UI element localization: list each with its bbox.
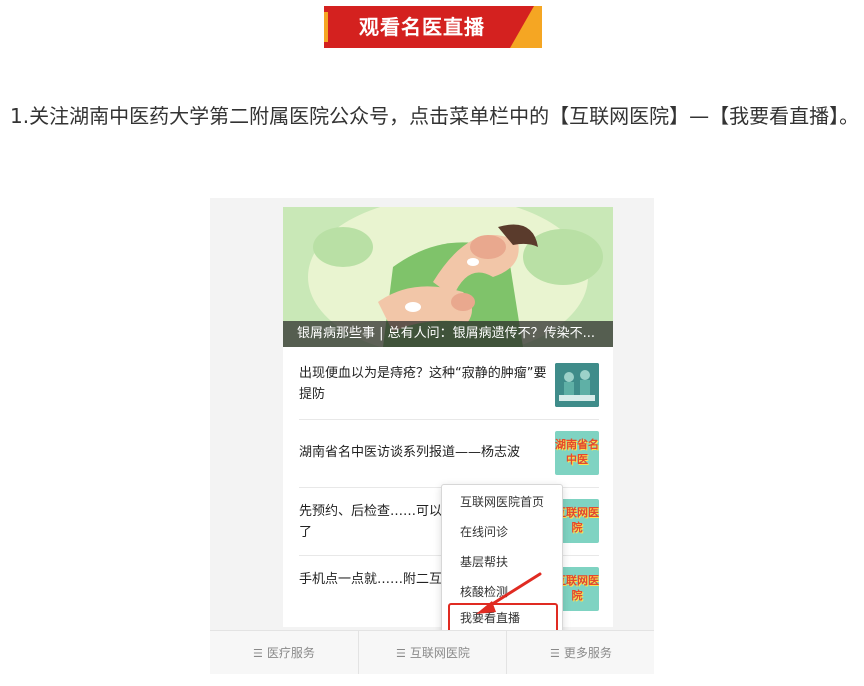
article-title: 湖南省名中医访谈系列报道——杨志波 [299, 445, 521, 460]
menu-icon: ☰ [253, 647, 263, 660]
article-feed: 银屑病那些事 | 总有人问：银屑病遗传不？传染不... 出现便血以为是痔疮？这种… [283, 207, 613, 638]
thumbnail-text: 湖南省名中医 [555, 438, 599, 466]
menu-item-grassroots-support[interactable]: 基层帮扶 [442, 547, 562, 577]
nav-more-services[interactable]: ☰ 更多服务 [506, 631, 654, 674]
article-item[interactable]: 湖南省名中医访谈系列报道——杨志波 湖南省名中医 [299, 419, 599, 488]
nav-label: 互联网医院 [409, 646, 470, 660]
submenu-popup: 互联网医院首页 在线问诊 基层帮扶 核酸检测 我要看直播 [441, 484, 563, 638]
hero-caption: 银屑病那些事 | 总有人问：银屑病遗传不？传染不... [283, 321, 613, 347]
section-banner: 观看名医直播 [324, 6, 542, 48]
phone-screenshot: 银屑病那些事 | 总有人问：银屑病遗传不？传染不... 出现便血以为是痔疮？这种… [210, 198, 654, 674]
instruction-text: 1.关注湖南中医药大学第二附属医院公众号，点击菜单栏中的【互联网医院】—【我要看… [10, 104, 860, 128]
nav-internet-hospital[interactable]: ☰ 互联网医院 [358, 631, 507, 674]
nav-medical-services[interactable]: ☰ 医疗服务 [210, 631, 358, 674]
banner-title: 观看名医直播 [359, 15, 485, 39]
hero-article[interactable]: 银屑病那些事 | 总有人问：银屑病遗传不？传染不... [283, 207, 613, 347]
menu-item-internet-hospital-home[interactable]: 互联网医院首页 [442, 487, 562, 517]
surgery-photo-icon [555, 363, 599, 407]
menu-item-online-consult[interactable]: 在线问诊 [442, 517, 562, 547]
menu-item-watch-live[interactable]: 我要看直播 [448, 603, 558, 633]
menu-icon: ☰ [396, 647, 406, 660]
article-title: 出现便血以为是痔疮？这种“寂静的肿瘤”要提防 [299, 366, 547, 402]
menu-icon: ☰ [550, 647, 560, 660]
bottom-menu-bar: ☰ 医疗服务 ☰ 互联网医院 ☰ 更多服务 [210, 630, 654, 674]
nav-label: 更多服务 [563, 646, 612, 660]
article-item[interactable]: 出现便血以为是痔疮？这种“寂静的肿瘤”要提防 [299, 351, 599, 420]
thumbnail: 湖南省名中医 [555, 431, 599, 475]
nav-label: 医疗服务 [266, 646, 315, 660]
